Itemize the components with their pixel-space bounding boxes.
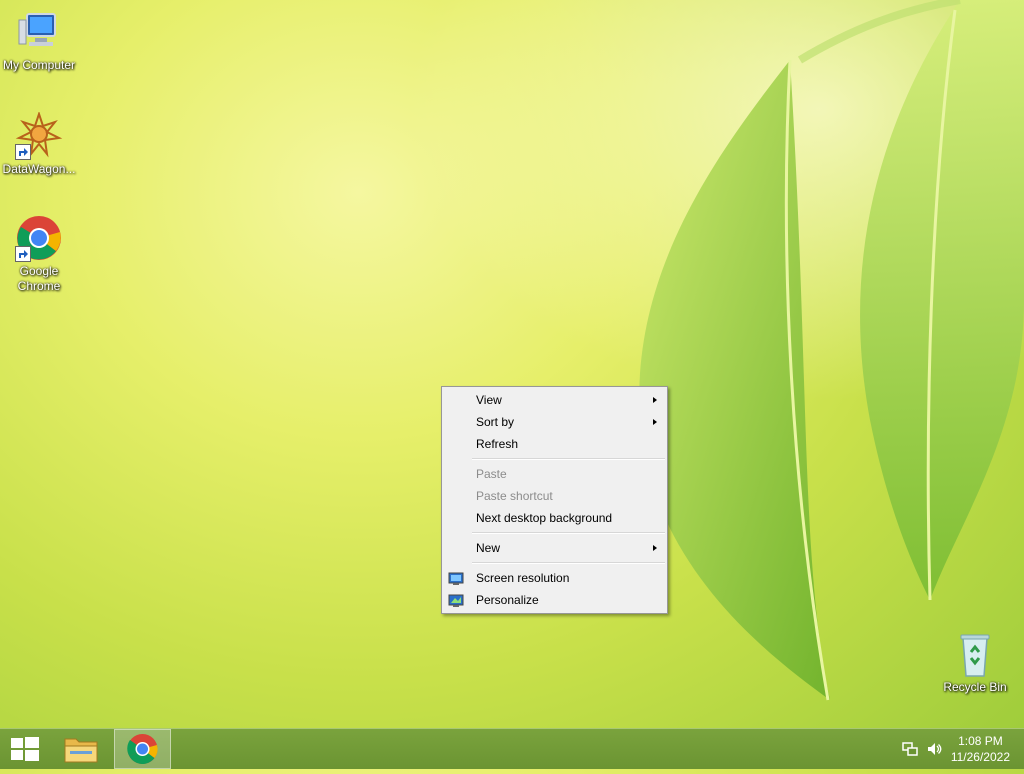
- menu-item-label: New: [476, 541, 501, 555]
- start-button[interactable]: [0, 729, 50, 769]
- menu-item-label: Paste shortcut: [476, 489, 553, 503]
- chrome-icon: [15, 214, 63, 262]
- submenu-arrow-icon: [653, 397, 657, 403]
- desktop-wallpaper: [0, 0, 1024, 728]
- menu-separator: [472, 458, 665, 460]
- clock-date: 11/26/2022: [950, 750, 1010, 764]
- menu-item-label: Next desktop background: [476, 511, 613, 525]
- windows-start-icon: [11, 737, 39, 761]
- screen-resolution-icon: [448, 571, 464, 585]
- clock[interactable]: 1:08 PM 11/26/2022: [951, 733, 1010, 765]
- taskbar-chrome-button[interactable]: [114, 729, 171, 769]
- menu-item-refresh[interactable]: Refresh: [442, 433, 667, 455]
- menu-separator: [472, 532, 665, 534]
- menu-item-label: Sort by: [476, 415, 515, 429]
- menu-item-label: View: [476, 393, 502, 407]
- taskbar: 1:08 PM 11/26/2022: [0, 728, 1024, 769]
- menu-item-view[interactable]: View: [442, 389, 667, 411]
- desktop-context-menu: View Sort by Refresh Paste Paste shortcu…: [441, 386, 668, 614]
- submenu-arrow-icon: [653, 419, 657, 425]
- menu-item-next-desktop-background[interactable]: Next desktop background: [442, 507, 667, 529]
- menu-item-sort-by[interactable]: Sort by: [442, 411, 667, 433]
- chrome-icon: [127, 734, 158, 765]
- menu-item-screen-resolution[interactable]: Screen resolution: [442, 567, 667, 589]
- submenu-arrow-icon: [653, 545, 657, 551]
- menu-item-new[interactable]: New: [442, 537, 667, 559]
- menu-item-personalize[interactable]: Personalize: [442, 589, 667, 611]
- network-icon[interactable]: [902, 741, 918, 762]
- menu-item-paste[interactable]: Paste: [442, 463, 667, 485]
- menu-item-paste-shortcut[interactable]: Paste shortcut: [442, 485, 667, 507]
- desktop-icon-recycle-bin[interactable]: Recycle Bin: [936, 630, 1014, 695]
- menu-item-label: Paste: [476, 467, 507, 481]
- desktop-icon-label: DataWagon...: [2, 162, 76, 176]
- volume-icon[interactable]: [926, 741, 942, 762]
- desktop-icon-label: Recycle Bin: [943, 680, 1007, 694]
- menu-separator: [472, 562, 665, 564]
- desktop-icon-label: My Computer: [2, 58, 76, 72]
- desktop-icon-label: Google Chrome: [17, 264, 61, 293]
- desktop-icon-google-chrome[interactable]: Google Chrome: [0, 214, 78, 294]
- file-explorer-icon: [64, 738, 98, 763]
- shortcut-arrow-icon: [15, 246, 31, 262]
- menu-item-label: Refresh: [476, 437, 519, 451]
- desktop-icon-datawagon[interactable]: DataWagon...: [0, 110, 78, 177]
- datawagon-icon: [15, 110, 63, 160]
- taskbar-file-explorer-button[interactable]: [56, 729, 106, 769]
- shortcut-arrow-icon: [15, 144, 31, 160]
- computer-icon: [15, 8, 63, 56]
- menu-item-label: Screen resolution: [476, 571, 570, 585]
- menu-item-label: Personalize: [476, 593, 539, 607]
- recycle-bin-icon: [951, 630, 999, 678]
- personalize-icon: [448, 593, 464, 607]
- clock-time: 1:08 PM: [958, 734, 1003, 748]
- system-tray: 1:08 PM 11/26/2022: [884, 729, 1024, 769]
- desktop-icon-my-computer[interactable]: My Computer: [0, 8, 78, 73]
